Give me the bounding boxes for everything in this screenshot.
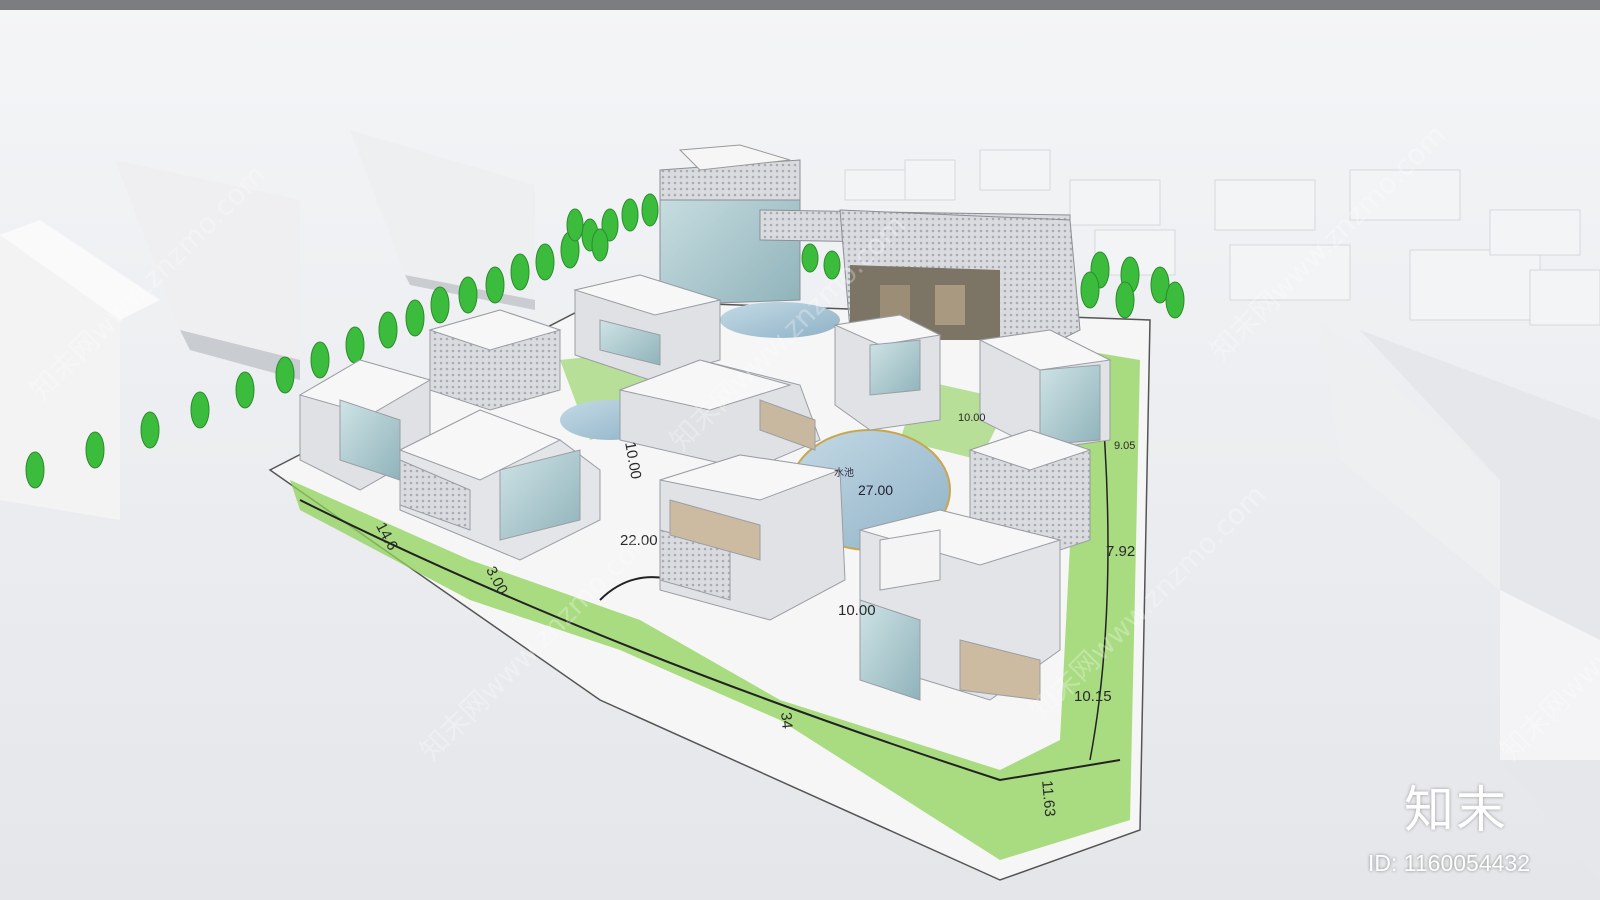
dimension-label: 10.00 xyxy=(838,602,876,619)
dimension-label: 9.05 xyxy=(1114,440,1136,452)
pool-label: 水池 xyxy=(834,468,854,479)
dimension-label: 27.00 xyxy=(858,482,894,498)
watermark-id: ID: 1160054432 xyxy=(1368,850,1530,876)
dimension-label: 7.92 xyxy=(1106,543,1136,560)
dimension-label: 11.63 xyxy=(1038,779,1059,818)
watermark-logo: 知末 xyxy=(1404,781,1508,839)
dimension-label: 34 xyxy=(777,711,796,730)
site-model-render xyxy=(0,0,1600,900)
dimension-label: 10.00 xyxy=(958,412,986,424)
